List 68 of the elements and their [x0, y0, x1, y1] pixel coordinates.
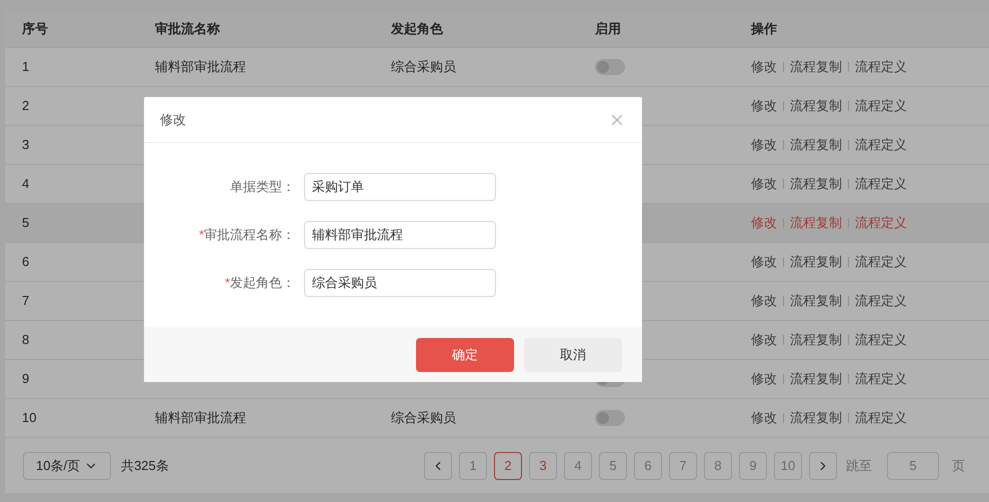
action-link[interactable]: 流程定义 — [855, 213, 907, 233]
action-link[interactable]: 流程复制 — [790, 57, 842, 77]
column-header: 发起角色 — [391, 20, 444, 38]
action-link[interactable]: 流程复制 — [790, 408, 842, 428]
toggle-switch[interactable] — [595, 410, 625, 426]
cancel-button[interactable]: 取消 — [524, 338, 622, 372]
page-button[interactable]: 2 — [494, 452, 522, 480]
action-link[interactable]: 流程定义 — [855, 330, 907, 350]
table-cell: 5 — [22, 215, 30, 230]
page-button[interactable]: 3 — [529, 452, 557, 480]
confirm-button[interactable]: 确定 — [416, 338, 514, 372]
action-link[interactable]: 流程定义 — [855, 369, 907, 389]
next-page-button[interactable] — [809, 452, 837, 480]
table-cell: 辅料部审批流程 — [155, 59, 246, 74]
text-field[interactable]: 辅料部审批流程 — [304, 221, 496, 249]
page-size-select[interactable]: 10条/页 — [23, 452, 112, 480]
action-link[interactable]: 流程复制 — [790, 252, 842, 272]
field-label: *审批流程名称： — [198, 226, 296, 244]
action-link[interactable]: 流程复制 — [790, 96, 842, 116]
action-link[interactable]: 流程定义 — [855, 291, 907, 311]
table-cell: 7 — [22, 293, 30, 308]
action-link[interactable]: 修改 — [751, 291, 777, 311]
action-link[interactable]: 流程复制 — [790, 135, 842, 155]
table-cell: 2 — [22, 98, 30, 114]
action-link[interactable]: 流程定义 — [855, 174, 907, 194]
action-link[interactable]: 流程定义 — [855, 135, 907, 155]
action-link[interactable]: 流程复制 — [790, 291, 842, 311]
table-cell: 综合采购员 — [391, 59, 456, 74]
previous-page-button[interactable] — [424, 452, 452, 480]
column-header: 操作 — [751, 20, 778, 38]
action-link[interactable]: 修改 — [751, 330, 777, 350]
action-link[interactable]: 流程复制 — [790, 174, 842, 194]
table-cell: 10 — [22, 410, 36, 426]
column-header: 审批流名称 — [155, 20, 221, 38]
text-field[interactable]: 综合采购员 — [304, 269, 496, 297]
column-header: 启用 — [595, 20, 622, 38]
action-link[interactable]: 修改 — [751, 174, 777, 194]
action-link[interactable]: 流程定义 — [855, 408, 907, 428]
action-link[interactable]: 修改 — [751, 369, 777, 389]
toggle-switch[interactable] — [595, 59, 625, 75]
table-cell: 综合采购员 — [391, 410, 456, 426]
table-cell: 9 — [22, 371, 30, 386]
text-field[interactable]: 采购订单 — [304, 173, 496, 201]
table-cell: 辅料部审批流程 — [155, 410, 246, 426]
page-suffix: 页 — [952, 456, 965, 475]
table-cell: 1 — [22, 59, 30, 74]
action-link[interactable]: 流程复制 — [790, 369, 842, 389]
table-cell: 8 — [22, 332, 30, 348]
dialog-title: 修改 — [160, 110, 186, 129]
action-link[interactable]: 修改 — [751, 408, 777, 428]
total-count: 共325条 — [121, 456, 169, 475]
action-link[interactable]: 修改 — [751, 96, 777, 116]
action-link[interactable]: 流程复制 — [790, 213, 842, 233]
action-link[interactable]: 修改 — [751, 252, 777, 272]
table-cell: 6 — [22, 254, 30, 270]
action-link[interactable]: 修改 — [751, 57, 777, 77]
column-header: 序号 — [21, 20, 49, 38]
action-link[interactable]: 修改 — [751, 135, 777, 155]
action-link[interactable]: 流程定义 — [855, 57, 907, 77]
action-link[interactable]: 流程定义 — [855, 252, 907, 272]
action-link[interactable]: 流程定义 — [855, 96, 907, 116]
field-label: 单据类型： — [229, 178, 296, 196]
action-link[interactable]: 流程复制 — [790, 330, 842, 350]
table-cell: 3 — [22, 137, 30, 152]
table-cell: 4 — [22, 176, 30, 192]
field-label: *发起角色： — [224, 274, 296, 292]
jump-label: 跳至 — [846, 456, 872, 475]
action-link[interactable]: 修改 — [751, 213, 777, 233]
